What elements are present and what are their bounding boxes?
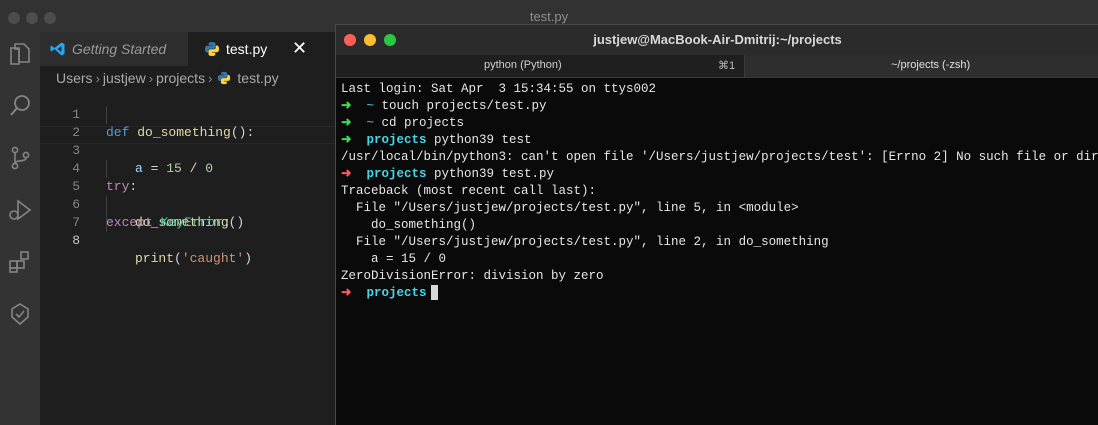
vscode-logo-icon [50,42,65,56]
terminal-tab-python[interactable]: python (Python) ⌘1 [336,55,744,77]
text-cursor [430,285,438,301]
terminal-line: File "/Users/justjew/projects/test.py", … [341,201,799,215]
terminal-window: justjew@MacBook-Air-Dmitrij:~/projects p… [335,24,1098,425]
terminal-line: /usr/local/bin/python3: can't open file … [341,150,1098,164]
tab-label: python (Python) [484,59,562,71]
activity-bar [0,32,40,425]
terminal-line: File "/Users/justjew/projects/test.py", … [341,235,829,249]
terminal-tab-zsh[interactable]: ~/projects (-zsh) [744,55,1098,77]
python-icon [218,71,231,85]
vscode-window-title: test.py [529,9,569,24]
terminal-line: ➜ projects python39 test [341,133,532,147]
code-line: 8 [40,214,336,248]
tab-getting-started[interactable]: Getting Started [40,32,188,66]
remote-explorer-icon[interactable] [6,300,34,328]
code-line: 1 def do_something(): [40,88,336,140]
terminal-line: ➜ ~ touch projects/test.py [341,99,547,113]
code-line: 5 do_something() [40,160,336,230]
terminal-output[interactable]: Last login: Sat Apr 3 15:34:55 on ttys00… [341,81,1098,421]
terminal-title: justjew@MacBook-Air-Dmitrij:~/projects [593,32,842,47]
terminal-line: ➜ ~ cd projects [341,116,465,130]
terminal-line: do_something() [341,218,477,232]
search-icon[interactable] [6,92,34,120]
terminal-tab-bar: python (Python) ⌘1 ~/projects (-zsh) [336,55,1098,78]
code-editor[interactable]: 1 def do_something(): 2 a = 15 / 0 3 4 t… [40,88,336,425]
chevron-right-icon: › [95,70,100,86]
code-line: 3 [40,124,336,158]
tab-label: Getting Started [72,41,167,57]
terminal-line: ➜ projects python39 test.py [341,167,555,181]
tab-label: ~/projects (-zsh) [891,59,971,71]
source-control-icon[interactable] [6,144,34,172]
chevron-right-icon: › [148,70,154,86]
tab-test-py[interactable]: test.py ✕ [188,32,336,66]
explorer-icon[interactable] [6,40,34,68]
breadcrumb-item[interactable]: projects [156,70,205,86]
code-line: 7 print('caught') [40,196,336,266]
tab-shortcut: ⌘1 [718,60,736,72]
breadcrumb-item[interactable]: test.py [237,70,278,86]
tab-label: test.py [226,41,268,57]
breadcrumb-item[interactable]: justjew [103,70,146,86]
chevron-right-icon: › [208,70,213,86]
breadcrumb: Users › justjew › projects › test.py [56,68,279,88]
terminal-line: Last login: Sat Apr 3 15:34:55 on ttys00… [341,82,657,96]
code-line: 4 try: [40,142,336,194]
terminal-line: a = 15 / 0 [341,252,447,266]
editor-tab-bar: Getting Started test.py ✕ [40,32,336,66]
extensions-icon[interactable] [6,248,34,276]
terminal-titlebar: justjew@MacBook-Air-Dmitrij:~/projects [336,25,1098,55]
line-number: 8 [72,233,80,248]
code-line: 2 a = 15 / 0 [40,106,336,176]
run-debug-icon[interactable] [6,196,34,224]
terminal-line: Traceback (most recent call last): [341,184,597,198]
close-icon[interactable]: ✕ [292,38,307,59]
terminal-prompt-line: ➜ projects [341,285,438,302]
breadcrumb-item[interactable]: Users [56,70,93,86]
terminal-line: ZeroDivisionError: division by zero [341,269,604,283]
python-icon [205,42,219,56]
code-line: 6 except KeyError: [40,178,336,230]
